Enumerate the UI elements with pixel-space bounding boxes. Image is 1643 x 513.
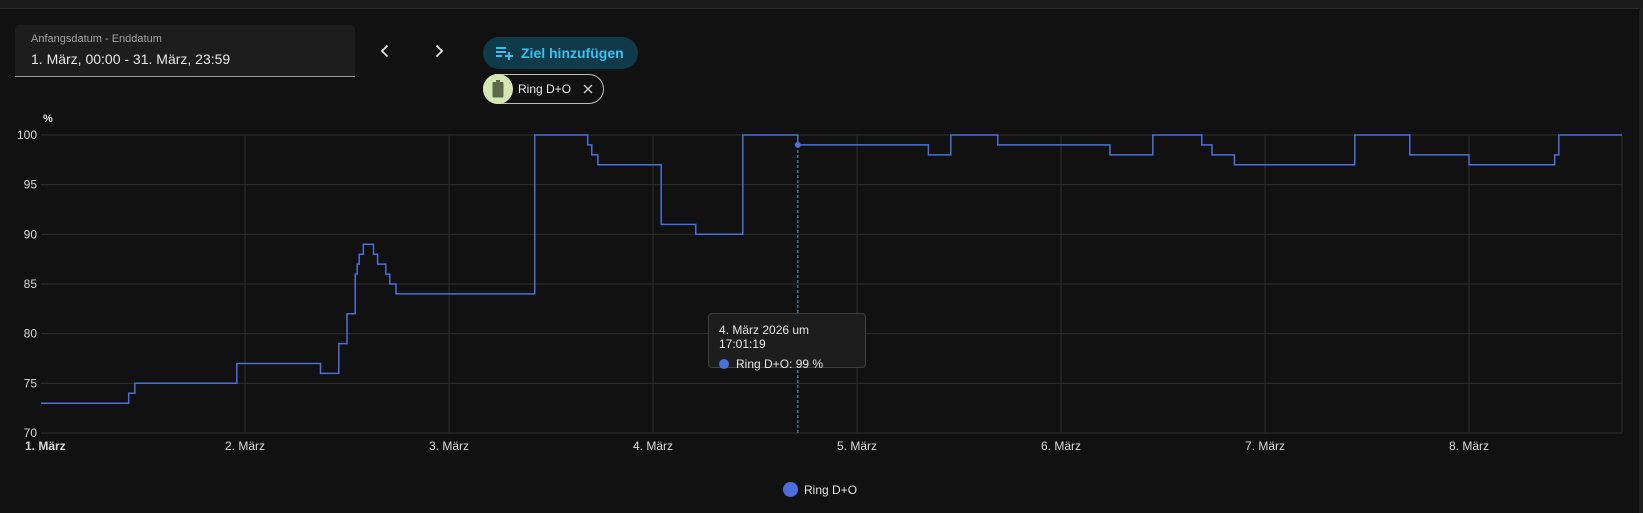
x-tick-label: 7. März (1245, 439, 1285, 453)
legend-series-label: Ring D+O (804, 482, 858, 497)
tooltip-title: 4. März 2026 um 17:01:19 (719, 323, 810, 351)
y-tick-label: 85 (24, 277, 38, 291)
tooltip-row: Ring D+O: 99 % (719, 357, 855, 371)
next-period-button[interactable] (424, 36, 454, 66)
entity-chip[interactable]: Ring D+O (483, 74, 605, 104)
hover-point (794, 141, 801, 148)
x-tick-label: 2. März (225, 439, 265, 453)
close-icon (583, 84, 593, 94)
add-target-label: Ziel hinzufügen (521, 45, 624, 61)
date-range-value: 1. März, 00:00 - 31. März, 23:59 (31, 51, 231, 67)
chart-tooltip: 4. März 2026 um 17:01:19 Ring D+O: 99 % (708, 313, 866, 371)
tooltip-series-dot (719, 359, 729, 369)
y-axis-unit: % (43, 113, 53, 125)
chevron-right-icon (435, 44, 444, 58)
previous-period-button[interactable] (370, 36, 400, 66)
y-axis-ticks: 70 75 80 85 90 95 100 (17, 128, 37, 440)
playlist-plus-icon (496, 47, 513, 60)
y-tick-label: 100 (17, 128, 37, 142)
y-tick-label: 95 (24, 178, 38, 192)
y-tick-label: 80 (24, 327, 38, 341)
add-target-button[interactable]: Ziel hinzufügen (483, 37, 638, 69)
x-axis-ticks: 1. März 2. März 3. März 4. März 5. März 6. Mä… (25, 439, 1489, 453)
remove-entity-button[interactable] (581, 82, 595, 96)
y-tick-label: 90 (24, 227, 38, 241)
chart-legend-item[interactable]: Ring D+O (783, 482, 857, 497)
y-tick-label: 75 (24, 376, 38, 390)
tooltip-value: Ring D+O: 99 % (736, 357, 824, 371)
entity-chip-label: Ring D+O (518, 82, 572, 96)
date-range-picker[interactable]: Anfangsdatum - Enddatum 1. März, 00:00 -… (15, 25, 355, 77)
x-tick-label: 3. März (429, 439, 469, 453)
x-tick-label: 6. März (1041, 439, 1081, 453)
battery-icon (492, 80, 504, 98)
top-bar (0, 0, 1643, 9)
chevron-left-icon (380, 44, 389, 58)
legend-series-dot (783, 482, 798, 497)
x-tick-label: 4. März (633, 439, 673, 453)
x-tick-label: 1. März (25, 439, 66, 453)
history-chart[interactable]: % 70 75 80 85 90 95 100 1. März 2. März 3. März 4… (0, 110, 1643, 475)
x-tick-label: 8. März (1449, 439, 1489, 453)
date-range-label: Anfangsdatum - Enddatum (31, 33, 162, 45)
chart-grid (41, 134, 1623, 434)
x-tick-label: 5. März (837, 439, 877, 453)
chip-avatar (483, 74, 513, 104)
y-tick-label: 70 (24, 426, 38, 440)
